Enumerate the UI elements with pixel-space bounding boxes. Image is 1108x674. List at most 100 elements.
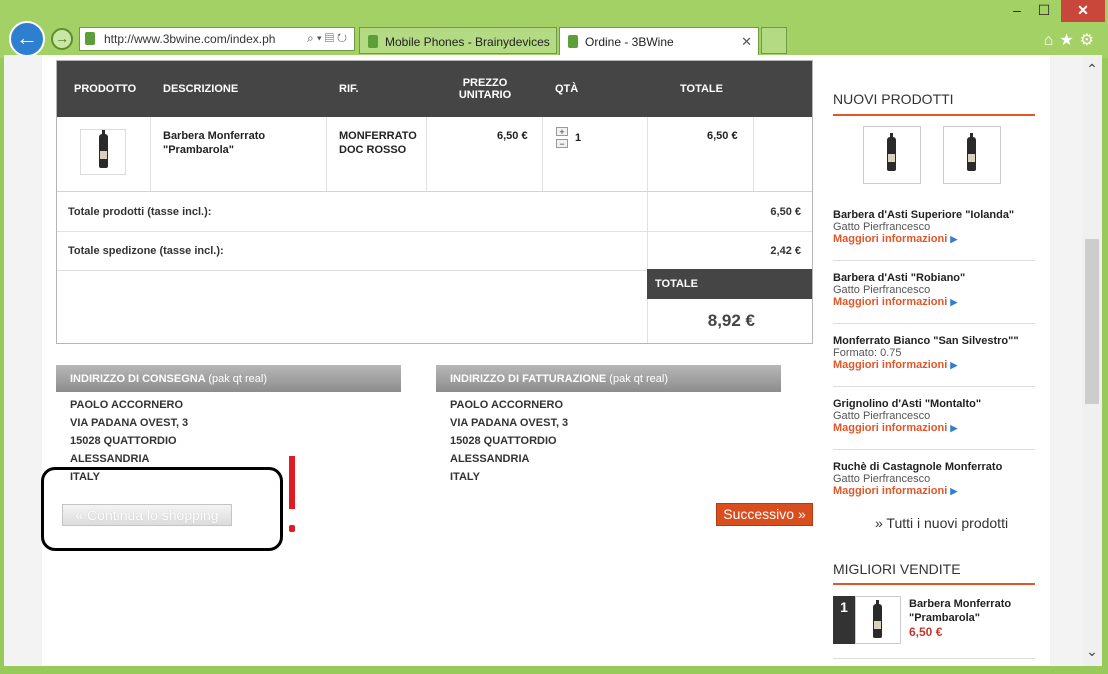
address-line: 15028 QUATTORDIO xyxy=(70,435,177,447)
delivery-address-subtitle: (pak qt real) xyxy=(208,373,268,385)
best-seller-name[interactable]: Barbera Monferrato "Prambarola" xyxy=(909,597,1034,625)
more-info-link[interactable]: Maggiori informazioni ▶ xyxy=(833,485,1035,497)
site-favicon-icon xyxy=(85,32,95,45)
scroll-up-icon[interactable]: ⌃ xyxy=(1082,61,1102,78)
list-item: Barbera d'Asti "Robiano" Gatto Pierfranc… xyxy=(833,272,1035,308)
page-viewport: PRODOTTO DESCRIZIONE RIF. PREZZO UNITARI… xyxy=(4,55,1082,666)
address-controls[interactable]: ⌕▾▤↻ xyxy=(307,31,350,46)
products-total-label: Totale prodotti (tasse incl.): xyxy=(68,206,212,218)
home-icon[interactable]: ⌂ xyxy=(1044,32,1060,49)
more-info-link[interactable]: Maggiori informazioni ▶ xyxy=(833,233,1035,245)
compat-view-icon[interactable]: ▤ xyxy=(325,31,337,45)
item-qty: 1 xyxy=(575,132,582,144)
col-description: DESCRIZIONE xyxy=(163,83,239,95)
more-info-link[interactable]: Maggiori informazioni ▶ xyxy=(833,359,1035,371)
forward-button[interactable]: → xyxy=(51,28,73,50)
grand-total-label: TOTALE xyxy=(655,278,698,290)
cart-table: PRODOTTO DESCRIZIONE RIF. PREZZO UNITARI… xyxy=(56,60,813,344)
item-name[interactable]: Grignolino d'Asti "Montalto" xyxy=(833,398,1035,410)
col-unit-price: PREZZO UNITARIO xyxy=(458,77,512,101)
close-window-button[interactable]: ✕ xyxy=(1061,0,1105,22)
address-bar[interactable]: http://www.3bwine.com/index.ph ⌕▾▤↻ xyxy=(79,27,355,51)
tab-favicon-icon xyxy=(368,35,378,48)
next-button[interactable]: Successivo » xyxy=(716,503,813,526)
toolbar-icons: ⌂★⚙ xyxy=(1044,30,1100,50)
grand-total-box: TOTALE 8,92 € xyxy=(647,269,812,343)
settings-gear-icon[interactable]: ⚙ xyxy=(1080,32,1100,49)
item-name[interactable]: Barbera d'Asti "Robiano" xyxy=(833,272,1035,284)
best-seller-thumb[interactable] xyxy=(855,596,901,644)
new-products-title: NUOVI PRODOTTI xyxy=(833,91,954,107)
annotation-exclamation-dot xyxy=(289,525,295,532)
arrow-right-icon: → xyxy=(55,30,69,46)
search-icon[interactable]: ⌕ xyxy=(307,31,317,45)
products-total-row: Totale prodotti (tasse incl.): 6,50 € xyxy=(57,192,812,232)
arrow-right-icon: ▶ xyxy=(950,360,958,370)
cart-row: Barbera Monferrato "Prambarola" MONFERRA… xyxy=(57,117,812,192)
arrow-right-icon: ▶ xyxy=(950,423,958,433)
address-line: ITALY xyxy=(450,471,480,483)
new-tab-button[interactable] xyxy=(761,27,787,54)
col-ref: RIF. xyxy=(339,83,359,95)
vertical-scrollbar[interactable]: ⌃ ⌄ xyxy=(1082,55,1102,666)
dropdown-icon[interactable]: ▾ xyxy=(317,31,325,45)
product-thumbnail[interactable] xyxy=(80,129,126,175)
shipping-total-value: 2,42 € xyxy=(770,245,801,257)
maximize-button[interactable]: ☐ xyxy=(1027,0,1061,22)
tab-ordine[interactable]: Ordine - 3BWine ✕ xyxy=(559,27,759,55)
grand-total-value: 8,92 € xyxy=(707,311,755,330)
item-name[interactable]: Ruchè di Castagnole Monferrato xyxy=(833,461,1035,473)
address-url[interactable]: http://www.3bwine.com/index.ph xyxy=(104,32,275,46)
list-item: Grignolino d'Asti "Montalto" Gatto Pierf… xyxy=(833,398,1035,434)
products-total-value: 6,50 € xyxy=(770,206,801,218)
close-tab-icon[interactable]: ✕ xyxy=(741,34,752,50)
arrow-left-icon: ← xyxy=(16,25,38,50)
all-new-products-link[interactable]: » Tutti i nuovi prodotti xyxy=(875,515,1008,531)
qty-increase-button[interactable]: + xyxy=(556,127,568,137)
tab-mobile-phones[interactable]: Mobile Phones - Brainydevices xyxy=(359,27,557,54)
best-seller-item[interactable]: 1 Barbera Monferrato "Prambarola" 6,50 € xyxy=(833,596,1035,646)
item-sub: Gatto Pierfrancesco xyxy=(833,221,931,233)
billing-address-title: INDIRIZZO DI FATTURAZIONE xyxy=(450,373,607,385)
page-content: PRODOTTO DESCRIZIONE RIF. PREZZO UNITARI… xyxy=(41,55,1050,666)
delivery-address-header: INDIRIZZO DI CONSEGNA (pak qt real) xyxy=(56,365,401,392)
item-total: 6,50 € xyxy=(707,130,738,142)
address-line: ALESSANDRIA xyxy=(70,453,150,465)
refresh-icon[interactable]: ↻ xyxy=(337,31,350,45)
wine-bottle-icon xyxy=(887,133,896,171)
more-info-link[interactable]: Maggiori informazioni ▶ xyxy=(833,422,1035,434)
scroll-thumb[interactable] xyxy=(1085,239,1099,404)
new-product-thumb[interactable] xyxy=(863,126,921,184)
new-product-thumb[interactable] xyxy=(943,126,1001,184)
wine-bottle-icon xyxy=(99,130,108,168)
item-ref: MONFERRATO DOC ROSSO xyxy=(339,130,417,156)
address-line: VIA PADANA OVEST, 3 xyxy=(70,417,189,429)
wine-bottle-icon xyxy=(967,133,976,171)
shipping-total-row: Totale spedizone (tasse incl.): 2,42 € xyxy=(57,231,812,271)
qty-decrease-button[interactable]: − xyxy=(556,139,568,149)
item-sub: Formato: 0.75 xyxy=(833,347,902,359)
best-seller-rank: 1 xyxy=(833,596,855,644)
item-name[interactable]: Barbera d'Asti Superiore "Iolanda" xyxy=(833,209,1035,221)
item-sub: Gatto Pierfrancesco xyxy=(833,473,931,485)
item-name[interactable]: Monferrato Bianco "San Silvestro"" xyxy=(833,335,1035,347)
col-total: TOTALE xyxy=(680,83,723,95)
wine-bottle-icon xyxy=(873,600,882,638)
tab-label: Ordine - 3BWine xyxy=(585,35,674,49)
tab-favicon-icon xyxy=(568,35,578,48)
annotation-circle xyxy=(41,467,283,551)
item-unit-price: 6,50 € xyxy=(497,130,528,142)
cart-header: PRODOTTO DESCRIZIONE RIF. PREZZO UNITARI… xyxy=(57,61,812,117)
list-item: Barbera d'Asti Superiore "Iolanda" Gatto… xyxy=(833,209,1035,245)
item-sub: Gatto Pierfrancesco xyxy=(833,284,931,296)
back-button[interactable]: ← xyxy=(9,21,45,57)
item-description[interactable]: Barbera Monferrato "Prambarola" xyxy=(163,129,313,157)
shipping-total-label: Totale spedizone (tasse incl.): xyxy=(68,245,224,257)
col-qty: QTÀ xyxy=(555,83,579,95)
address-line: ALESSANDRIA xyxy=(450,453,530,465)
more-info-link[interactable]: Maggiori informazioni ▶ xyxy=(833,296,1035,308)
favorites-star-icon[interactable]: ★ xyxy=(1059,32,1079,49)
scroll-down-icon[interactable]: ⌄ xyxy=(1082,643,1102,660)
arrow-right-icon: ▶ xyxy=(950,297,958,307)
billing-address-header: INDIRIZZO DI FATTURAZIONE (pak qt real) xyxy=(436,365,781,392)
